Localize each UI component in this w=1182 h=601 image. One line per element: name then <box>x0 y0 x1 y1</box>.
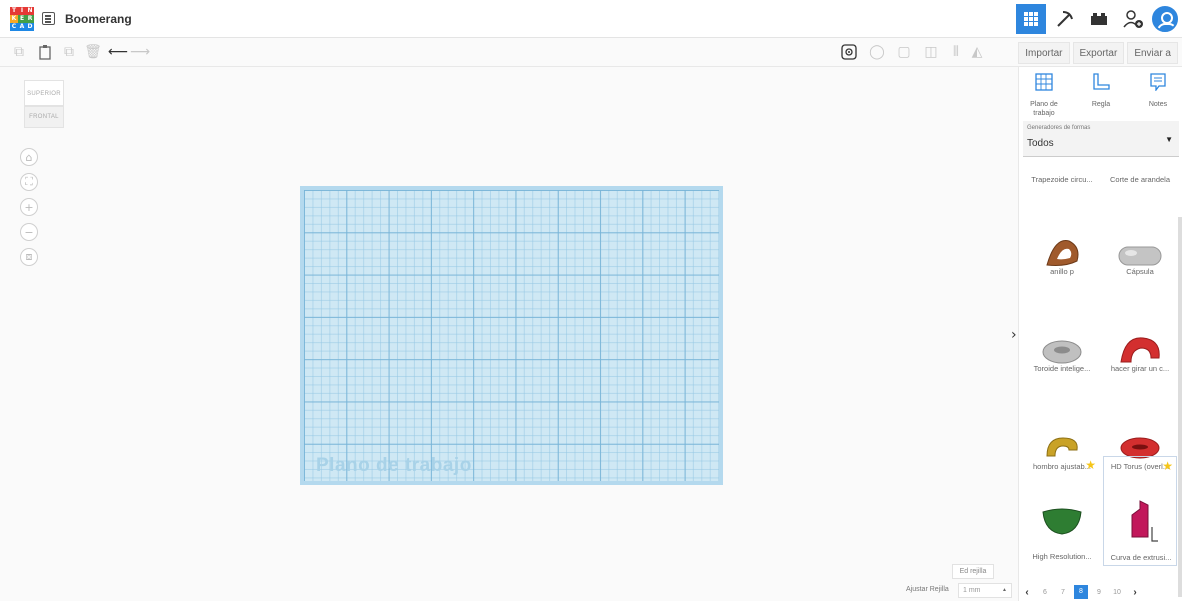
workplane-tool[interactable]: Plano de trabajo <box>1019 73 1069 118</box>
edit-toolbar: ⧉ ⧉ 🗑 ⟵ ⟶ ◯ ▢ ◫ ⫴ ◭ Importar Exportar En… <box>0 39 1182 67</box>
paste-icon[interactable] <box>36 43 54 61</box>
top-bar: T I N K E R C A D Boomerang <box>0 0 1182 38</box>
workplane-icon <box>1035 73 1053 91</box>
show-all-icon[interactable] <box>840 43 858 61</box>
edit-grid-button[interactable]: Ed rejilla <box>952 564 994 579</box>
page-number[interactable]: 10 <box>1108 589 1126 596</box>
ungroup-icon[interactable]: ◫ <box>922 43 940 61</box>
brick-icon <box>1091 13 1107 25</box>
perspective-icon[interactable]: ⧈ <box>20 248 38 266</box>
delete-icon[interactable]: 🗑 <box>84 43 102 61</box>
shape-name[interactable]: Trapezoide circu... <box>1025 175 1099 184</box>
export-button[interactable]: Exportar <box>1072 42 1125 64</box>
shapes-panel: Plano de trabajo Regla Notes Generadores… <box>1018 67 1182 601</box>
undo-icon[interactable]: ⟵ <box>108 43 128 61</box>
fit-view-icon[interactable]: ⛶ <box>20 173 38 191</box>
zoom-in-icon[interactable]: + <box>20 198 38 216</box>
shape-tile[interactable]: ★ Curva de extrusi... <box>1103 456 1177 566</box>
snap-grid-label: Ajustar Rejilla <box>906 586 949 593</box>
bulb-icon[interactable]: ◯ <box>868 43 886 61</box>
copy-icon[interactable]: ⧉ <box>10 43 28 61</box>
snap-grid-select[interactable]: 1 mm <box>958 583 1012 598</box>
current-page-number[interactable]: 8 <box>1074 585 1088 599</box>
page-number[interactable]: 6 <box>1036 589 1054 596</box>
import-button[interactable]: Importar <box>1018 42 1070 64</box>
cone-shape-icon <box>1042 508 1082 535</box>
notes-icon <box>1150 73 1166 92</box>
3d-view-button[interactable] <box>1016 4 1046 34</box>
duplicate-icon[interactable]: ⧉ <box>60 43 78 61</box>
workplane[interactable]: Plano de trabajo <box>300 186 723 485</box>
project-title[interactable]: Boomerang <box>65 12 132 26</box>
caret-down-icon: ▼ <box>1165 135 1173 144</box>
shape-generator-label: Generadores de formas <box>1027 125 1091 131</box>
page-number[interactable]: 7 <box>1054 589 1072 596</box>
shape-tile[interactable]: hacer girar un c... <box>1103 304 1177 414</box>
pickaxe-icon <box>1057 11 1073 27</box>
panel-scrollbar[interactable] <box>1178 217 1182 597</box>
shape-tile[interactable]: Cápsula <box>1103 207 1177 317</box>
extrusion-curve-shape-icon <box>1131 500 1158 542</box>
shapes-pagination: ‹ 6 7 8 9 10 › <box>1018 584 1182 600</box>
design-list-icon[interactable] <box>42 12 55 25</box>
page-number[interactable]: 9 <box>1090 589 1108 596</box>
user-avatar[interactable] <box>1152 6 1178 32</box>
panel-tools: Plano de trabajo Regla Notes <box>1019 67 1182 119</box>
bricks-button[interactable] <box>1084 4 1114 34</box>
align-icon[interactable]: ⫴ <box>947 43 965 61</box>
star-icon: ★ <box>1162 459 1173 473</box>
shape-tile[interactable]: Toroide intelige... <box>1025 304 1099 414</box>
shape-generator-value: Todos <box>1027 138 1054 149</box>
shape-tile[interactable]: ★ High Resolution... <box>1025 456 1099 566</box>
shape-generator-dropdown[interactable]: Generadores de formas Todos ▼ <box>1023 121 1179 157</box>
view-cube-top[interactable]: SUPERIOR <box>24 80 64 106</box>
zoom-out-icon[interactable]: − <box>20 223 38 241</box>
ruler-icon <box>1093 73 1110 90</box>
grid-view-icon <box>1024 12 1038 26</box>
star-icon: ★ <box>1085 458 1096 472</box>
add-user-icon <box>1123 10 1143 28</box>
tinkercad-logo[interactable]: T I N K E R C A D <box>10 7 34 31</box>
group-icon[interactable]: ▢ <box>895 43 913 61</box>
shape-tile[interactable]: anillo p <box>1025 207 1099 317</box>
shape-name[interactable]: Corte de arandela <box>1103 175 1177 184</box>
send-to-button[interactable]: Enviar a <box>1127 42 1178 64</box>
home-view-icon[interactable]: ⌂ <box>20 148 38 166</box>
add-user-button[interactable] <box>1118 4 1148 34</box>
next-page-icon[interactable]: › <box>1126 587 1144 598</box>
mirror-icon[interactable]: ◭ <box>968 43 986 61</box>
notes-tool[interactable]: Notes <box>1133 73 1182 109</box>
redo-icon[interactable]: ⟶ <box>130 43 150 61</box>
view-cube[interactable]: SUPERIOR FRONTAL <box>24 80 64 128</box>
build-button[interactable] <box>1050 4 1080 34</box>
ruler-tool[interactable]: Regla <box>1076 73 1126 109</box>
workplane-label: Plano de trabajo <box>316 455 472 476</box>
view-cube-front[interactable]: FRONTAL <box>24 106 64 128</box>
prev-page-icon[interactable]: ‹ <box>1018 587 1036 598</box>
collapse-panel-icon[interactable]: › <box>1011 327 1017 343</box>
